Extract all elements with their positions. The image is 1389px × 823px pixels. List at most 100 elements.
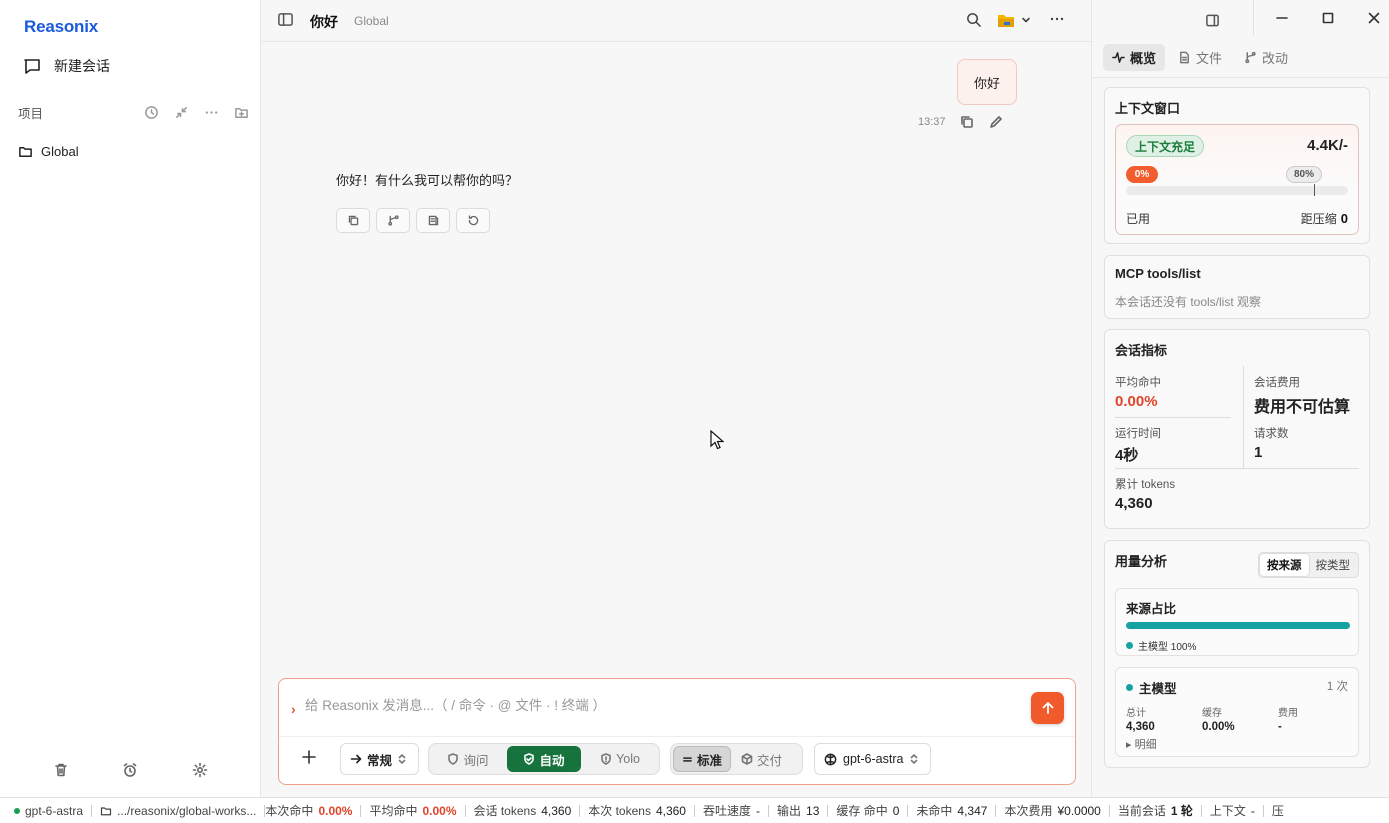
search-icon[interactable] xyxy=(965,11,982,28)
copy-response-icon[interactable] xyxy=(336,208,370,233)
legend-dot xyxy=(1126,684,1133,691)
status-item-value: 1 轮 xyxy=(1170,803,1193,818)
usage-tabs: 按来源 按类型 xyxy=(1258,552,1359,578)
mode-value: 常规 xyxy=(367,753,393,768)
mcp-title: MCP tools/list xyxy=(1115,266,1201,281)
usage-tab-by-type[interactable]: 按类型 xyxy=(1309,554,1358,576)
close-icon[interactable] xyxy=(1367,11,1381,25)
context-progress-bar xyxy=(1126,186,1348,195)
send-button[interactable] xyxy=(1031,692,1064,724)
status-path[interactable]: .../reasonix/global-works... xyxy=(92,803,266,818)
context-window-card: 上下文窗口 上下文充足 4.4K/- 0% 80% 已用 距压缩 0 xyxy=(1104,87,1370,244)
metrics-title: 会话指标 xyxy=(1115,343,1168,358)
status-item: 当前会话 1 轮 xyxy=(1110,803,1202,818)
branch-icon[interactable] xyxy=(376,208,410,233)
status-item: 吞吐速度 - xyxy=(695,803,769,818)
plus-icon[interactable] xyxy=(301,749,317,765)
shield-check-icon xyxy=(523,753,535,765)
status-model[interactable]: gpt-6-astra xyxy=(14,804,93,817)
new-chat-label: 新建会话 xyxy=(54,58,110,74)
usage-cache: 缓存 0.00% xyxy=(1202,704,1235,733)
status-item: 平均命中 0.00% xyxy=(361,804,466,817)
status-item-label: 当前会话 xyxy=(1117,803,1166,818)
status-item: 会话 tokens 4,360 xyxy=(466,804,581,817)
message-time: 13:37 xyxy=(918,116,946,128)
model-select[interactable]: gpt-6-astra xyxy=(814,743,931,775)
tab-overview[interactable]: 概览 xyxy=(1103,44,1166,71)
edit-icon[interactable] xyxy=(988,114,1004,130)
status-item-label: 吞吐速度 xyxy=(702,803,751,818)
perm-yolo-option[interactable]: Yolo xyxy=(583,746,657,772)
usage-fee-label: 费用 xyxy=(1278,708,1298,719)
history-icon[interactable] xyxy=(142,103,160,121)
file-icon xyxy=(1178,51,1191,64)
minimize-icon[interactable] xyxy=(1275,11,1289,25)
usage-tab-by-source[interactable]: 按来源 xyxy=(1260,554,1309,576)
projects-label: 项目 xyxy=(18,106,44,121)
metric-cost: 会话费用 费用不可估算 xyxy=(1254,374,1350,417)
prompt-chevron-icon: › xyxy=(291,701,296,717)
shield-icon xyxy=(447,753,459,765)
status-item-value: - xyxy=(756,803,760,818)
usage-detail-toggle[interactable]: ▸ 明细 xyxy=(1126,736,1157,752)
perm-auto-option[interactable]: 自动 xyxy=(507,746,581,772)
status-item-label: 本次费用 xyxy=(1004,803,1053,818)
open-folder-button[interactable] xyxy=(996,10,1032,30)
metric-avg-hit: 平均命中 0.00% xyxy=(1115,374,1161,410)
usage-total-label: 总计 xyxy=(1126,708,1146,719)
model-usage-box: 主模型 1 次 总计 4,360 缓存 0.00% 费用 - ▸ 明细 xyxy=(1115,667,1359,757)
collapse-icon[interactable] xyxy=(172,103,190,121)
app-logo: Reasonix xyxy=(24,17,98,36)
trash-icon[interactable] xyxy=(51,760,71,780)
usage-detail-label: 明细 xyxy=(1134,739,1157,751)
perm-ask-option[interactable]: 询问 xyxy=(431,746,505,772)
status-item-value: 13 xyxy=(806,803,820,818)
source-share-bar xyxy=(1126,622,1350,629)
new-folder-icon[interactable] xyxy=(232,103,250,121)
mode-select[interactable]: 常规 xyxy=(340,743,419,775)
maximize-icon[interactable] xyxy=(1321,11,1335,25)
metric-label: 运行时间 xyxy=(1115,428,1161,440)
settings-gear-icon[interactable] xyxy=(190,760,210,780)
source-legend: 主模型 100% xyxy=(1126,638,1196,653)
copy-icon[interactable] xyxy=(959,114,975,130)
mcp-note: 本会话还没有 tools/list 观察 xyxy=(1115,295,1262,309)
perm-yolo-label: Yolo xyxy=(616,752,640,766)
usage-cache-label: 缓存 xyxy=(1202,708,1222,719)
source-title: 来源占比 xyxy=(1126,602,1177,616)
status-item-label: 本次命中 xyxy=(265,803,314,818)
mcp-card: MCP tools/list 本会话还没有 tools/list 观察 xyxy=(1104,255,1370,319)
more-icon[interactable] xyxy=(202,103,220,121)
tab-files[interactable]: 文件 xyxy=(1169,44,1231,71)
status-item-value: 0.00% xyxy=(318,803,353,818)
sidebar-toggle-icon[interactable] xyxy=(277,11,294,28)
assistant-actions xyxy=(336,208,490,233)
style-standard-option[interactable]: 标准 xyxy=(673,746,732,772)
composer-toolbar: 常规 询问 自动 Yolo 标准 交付 gpt-6-astra xyxy=(279,742,1074,775)
source-share-box: 来源占比 主模型 100% xyxy=(1115,588,1359,656)
project-item-global[interactable]: Global xyxy=(10,139,250,163)
message-input[interactable] xyxy=(305,693,1005,717)
model-value: gpt-6-astra xyxy=(843,752,904,766)
composer: › 常规 询问 自动 Yolo xyxy=(278,678,1076,785)
summary-icon[interactable] xyxy=(416,208,450,233)
status-item-label: 本次 tokens xyxy=(588,803,651,818)
regenerate-icon[interactable] xyxy=(456,208,490,233)
status-path-label: .../reasonix/global-works... xyxy=(117,803,257,818)
chat-bubble-icon xyxy=(22,56,42,76)
status-item-value: 0 xyxy=(892,803,900,818)
model-usage-label: 主模型 xyxy=(1139,682,1177,696)
tab-changes[interactable]: 改动 xyxy=(1235,44,1297,71)
more-options-icon[interactable] xyxy=(1049,11,1065,27)
alarm-icon[interactable] xyxy=(120,760,140,780)
metric-label: 平均命中 xyxy=(1115,377,1161,389)
status-item-value: 4,360 xyxy=(655,803,686,818)
inspector-panel: 概览 文件 改动 上下文窗口 上下文充足 4.4K/- 0% 80% 已用 距压… xyxy=(1091,0,1389,797)
style-deliver-option[interactable]: 交付 xyxy=(733,746,790,772)
panel-toggle-icon[interactable] xyxy=(1205,13,1220,28)
new-chat-button[interactable]: 新建会话 xyxy=(14,52,246,80)
context-gauge: 上下文充足 4.4K/- 0% 80% 已用 距压缩 0 xyxy=(1115,124,1359,235)
folder-icon xyxy=(18,144,33,159)
status-item: 缓存 命中 0 xyxy=(828,803,909,818)
activity-icon xyxy=(1112,51,1125,64)
